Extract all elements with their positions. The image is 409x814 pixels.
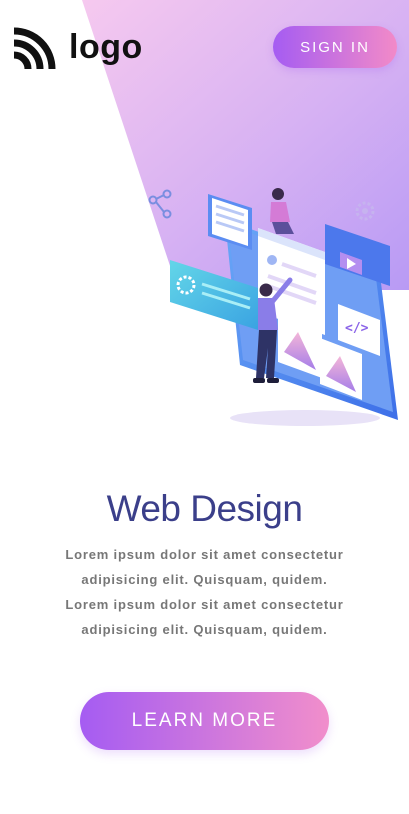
learn-more-button[interactable]: LEARN MORE [80, 692, 329, 750]
svg-text:</>: </> [345, 321, 369, 336]
logo-text: logo [69, 27, 143, 66]
landing-page: logo SIGN IN </> Web Design Lorem ipsum … [0, 0, 409, 814]
wifi-signal-icon [13, 27, 56, 70]
page-title: Web Design [106, 488, 303, 529]
sign-in-button[interactable]: SIGN IN [273, 26, 397, 68]
web-design-illustration: </> [148, 188, 398, 426]
share-icon [148, 189, 172, 219]
gear-icon [355, 201, 375, 221]
logo[interactable]: logo [12, 26, 143, 71]
hero-description: Lorem ipsum dolor sit amet consectetur a… [65, 547, 344, 637]
